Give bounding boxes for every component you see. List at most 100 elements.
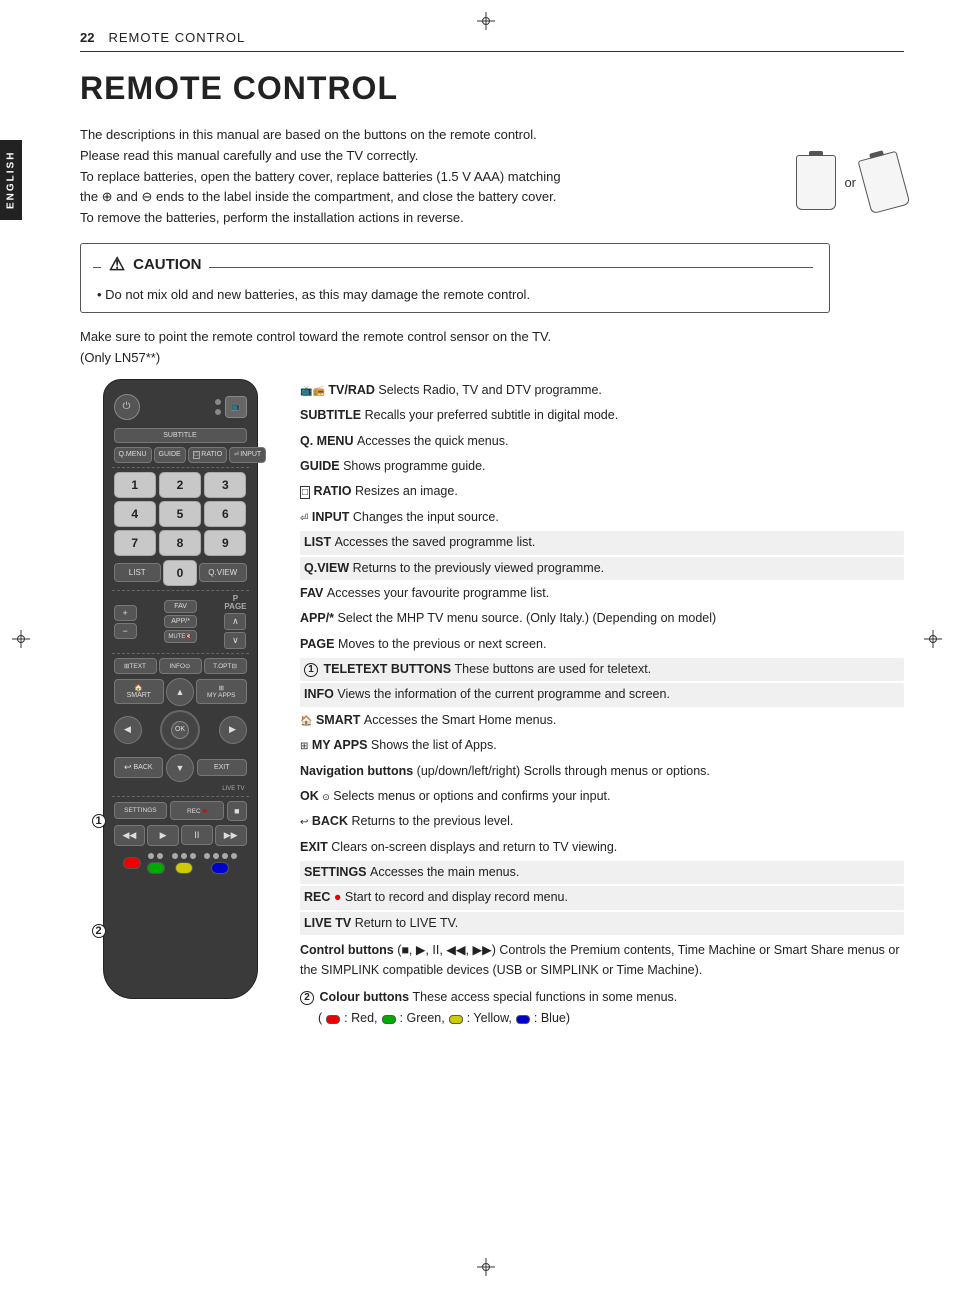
stop-button[interactable]: ■ (227, 801, 246, 821)
red-button[interactable] (123, 857, 141, 869)
yellow-label: : Yellow, (467, 1009, 512, 1028)
intro-line3: To replace batteries, open the battery c… (80, 167, 700, 188)
desc-list: LIST Accesses the saved programme list. (300, 531, 904, 554)
colour-green (382, 1015, 396, 1024)
app-button[interactable]: APP/* (164, 615, 196, 628)
desc-fav: FAV Accesses your favourite programme li… (300, 582, 904, 605)
left-crosshair (12, 630, 30, 651)
vol-col: + − (114, 605, 137, 639)
blue-button[interactable] (211, 862, 229, 874)
back-button[interactable]: ↩BACK (114, 757, 164, 778)
pause-button[interactable]: II (181, 825, 213, 845)
page-up[interactable]: ∧ (224, 613, 246, 630)
back-exit-row: ↩BACK ▼ EXIT (114, 754, 247, 782)
num-2[interactable]: 2 (159, 472, 201, 498)
num-0[interactable]: 0 (163, 560, 197, 586)
tv-rad-button[interactable]: 📺 (225, 396, 247, 418)
settings-button[interactable]: SETTINGS (114, 802, 168, 819)
desc-qmenu: Q. MENU Accesses the quick menus. (300, 430, 904, 453)
colour-blue (516, 1015, 530, 1024)
desc-control-btns: Control buttons (■, ▶, II, ◀◀, ▶▶) Contr… (300, 939, 904, 982)
num-6[interactable]: 6 (204, 501, 246, 527)
color-row (120, 852, 241, 874)
annotation-1: 1 (92, 814, 106, 828)
num-3[interactable]: 3 (204, 472, 246, 498)
desc-ok: OK ⊙ Selects menus or options and confir… (300, 785, 904, 808)
desc-settings: SETTINGS Accesses the main menus. (300, 861, 904, 884)
num-8[interactable]: 8 (159, 530, 201, 556)
desc-back: ↩ BACK Returns to the previous level. (300, 810, 904, 833)
caution-title-text: CAUTION (133, 256, 201, 273)
subtitle-button[interactable]: SUBTITLE (114, 428, 247, 443)
qmenu-button[interactable]: Q.MENU (114, 447, 152, 463)
dot-9 (231, 853, 237, 859)
list-button[interactable]: LIST (114, 563, 162, 582)
myapps-button[interactable]: ⊞MY APPS (196, 679, 247, 704)
fav-button[interactable]: FAV (164, 600, 196, 613)
nav-right-arrow[interactable]: ▶ (219, 716, 247, 744)
num-5[interactable]: 5 (159, 501, 201, 527)
desc-ratio: □ RATIO Resizes an image. (300, 480, 904, 503)
text-row: ⊞TEXT INFO⊙ T.OPT⊟ (114, 658, 247, 674)
blue-btn-col (203, 852, 238, 874)
nav-left-arrow[interactable]: ◀ (114, 716, 142, 744)
power-button[interactable]: ⏻ (114, 394, 140, 420)
text-button[interactable]: ⊞TEXT (114, 658, 157, 674)
divider-1 (112, 467, 249, 468)
num-4[interactable]: 4 (114, 501, 156, 527)
paren-open: ( (318, 1009, 322, 1028)
guide-button[interactable]: GUIDE (154, 447, 186, 463)
divider-4 (112, 796, 249, 797)
desc-rec: REC ● Start to record and display record… (300, 886, 904, 909)
nav-up-arrow[interactable]: ▲ (166, 678, 194, 706)
desc-input: ⏎ INPUT Changes the input source. (300, 506, 904, 529)
ratio-button[interactable]: □RATIO (188, 447, 228, 463)
topt-button[interactable]: T.OPT⊟ (204, 658, 247, 674)
led-dot-1 (215, 399, 221, 405)
dot-3 (172, 853, 178, 859)
yellow-button[interactable] (175, 862, 193, 874)
green-button[interactable] (147, 862, 165, 874)
page-header: 22 REMOTE CONTROL (80, 30, 904, 52)
dot-2 (157, 853, 163, 859)
page-header-title: REMOTE CONTROL (108, 30, 245, 45)
qview-button[interactable]: Q.VIEW (199, 563, 247, 582)
settings-rec-row: SETTINGS REC ● ■ (114, 801, 247, 821)
mute-button[interactable]: MUTE🔇 (164, 630, 196, 643)
num-7[interactable]: 7 (114, 530, 156, 556)
colour-yellow (449, 1015, 463, 1024)
input-icon: ⏎ (300, 513, 308, 524)
smart-icon: 🏠 (300, 716, 312, 727)
desc-smart: 🏠 SMART Accesses the Smart Home menus. (300, 709, 904, 732)
num-1[interactable]: 1 (114, 472, 156, 498)
exit-button[interactable]: EXIT (197, 759, 247, 776)
smart-button[interactable]: 🏠SMART (114, 679, 165, 704)
vol-up[interactable]: + (114, 605, 137, 621)
rewind-button[interactable]: ◀◀ (114, 825, 146, 846)
input-button[interactable]: ⏎INPUT (229, 447, 266, 463)
desc-info: INFO Views the information of the curren… (300, 683, 904, 706)
dot-8 (222, 853, 228, 859)
page-col: PPAGE ∧ ∨ (224, 595, 246, 649)
info-button[interactable]: INFO⊙ (159, 658, 202, 674)
rec-button[interactable]: REC ● (170, 801, 224, 820)
red-label: : Red, (344, 1009, 377, 1028)
desc-qview: Q.VIEW Returns to the previously viewed … (300, 557, 904, 580)
vol-down[interactable]: − (114, 623, 137, 639)
colour-buttons-row: ( : Red, : Green, : Yellow, : Blue) (318, 1009, 904, 1028)
desc-livetv: LIVE TV Return to LIVE TV. (300, 912, 904, 935)
ratio-icon: □ (300, 486, 310, 499)
play-button[interactable]: ▶ (147, 825, 179, 846)
nav-down-arrow[interactable]: ▼ (166, 754, 194, 782)
caution-icon: ⚠ (109, 254, 125, 275)
ff-button[interactable]: ▶▶ (215, 825, 247, 846)
num-9[interactable]: 9 (204, 530, 246, 556)
divider-3 (112, 653, 249, 654)
tv-rad-icon: 📺📻 (300, 386, 325, 397)
fav-app-col: FAV APP/* MUTE🔇 (164, 600, 196, 643)
ok-icon: ⊙ (322, 792, 330, 802)
intro-paragraph: The descriptions in this manual are base… (80, 125, 700, 229)
dot-5 (190, 853, 196, 859)
page-down[interactable]: ∨ (224, 632, 246, 649)
ok-circle[interactable]: OK (160, 710, 200, 750)
